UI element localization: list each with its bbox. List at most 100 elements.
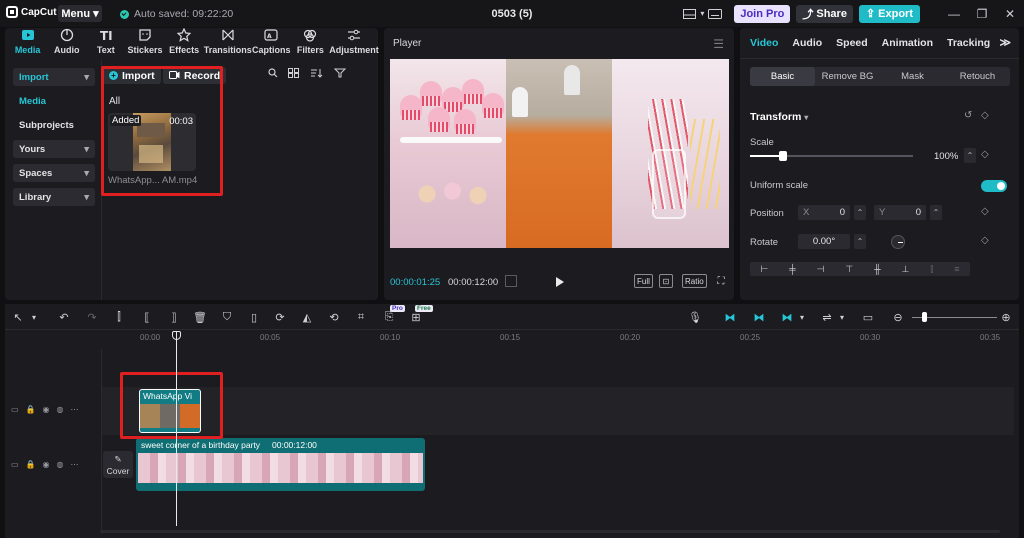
- uniform-scale-toggle[interactable]: [981, 180, 1007, 192]
- tab-captions[interactable]: A Captions: [252, 28, 291, 58]
- scale-slider[interactable]: [750, 151, 913, 161]
- tab-filters[interactable]: Filters: [291, 28, 330, 58]
- playhead[interactable]: [176, 332, 177, 526]
- layout-icon[interactable]: [680, 5, 698, 23]
- tab-animation[interactable]: Animation: [882, 37, 933, 49]
- eye-icon[interactable]: ◉: [43, 405, 50, 414]
- filter-icon[interactable]: [334, 68, 348, 78]
- search-icon[interactable]: [268, 68, 278, 78]
- scale-slider-handle[interactable]: [778, 151, 787, 161]
- sidebar-item-import[interactable]: Import ▾: [13, 68, 95, 86]
- zoom-out-icon[interactable]: ⊖: [891, 310, 905, 324]
- rotate-dial[interactable]: [891, 235, 905, 249]
- chevron-down-icon[interactable]: ▾: [835, 310, 849, 324]
- linkage-icon[interactable]: ⧓: [780, 310, 794, 324]
- ratio-button[interactable]: Ratio: [682, 274, 707, 288]
- position-y-stepper[interactable]: ⌃: [930, 205, 942, 220]
- tab-effects[interactable]: Effects: [165, 28, 204, 58]
- play-icon[interactable]: [556, 277, 564, 287]
- tab-media[interactable]: Media: [8, 28, 47, 58]
- cover-button[interactable]: ✎ Cover: [103, 451, 133, 478]
- distribute-h-icon[interactable]: ⫿: [930, 264, 933, 275]
- marker-icon[interactable]: ⛉: [220, 310, 234, 324]
- minimize-icon[interactable]: —: [940, 5, 968, 23]
- tab-stickers[interactable]: Stickers: [125, 28, 164, 58]
- chevron-down-icon[interactable]: ▾: [795, 310, 809, 324]
- rotate-stepper[interactable]: ⌃: [854, 234, 866, 249]
- position-x-stepper[interactable]: ⌃: [854, 205, 866, 220]
- scale-value[interactable]: 100%: [934, 151, 958, 162]
- fullscreen-icon[interactable]: ⛶: [714, 274, 728, 288]
- zoom-fit-icon[interactable]: ⊡: [659, 274, 673, 288]
- split-right-icon[interactable]: ⟧: [167, 310, 181, 324]
- microphone-icon[interactable]: 🎙: [688, 310, 702, 324]
- subtab-retouch[interactable]: Retouch: [945, 67, 1010, 86]
- keyframe-icon[interactable]: ◇: [981, 206, 989, 217]
- sidebar-item-spaces[interactable]: Spaces ▾: [13, 164, 95, 182]
- align-top-icon[interactable]: ⊤: [845, 264, 853, 275]
- zoom-in-icon[interactable]: ⊕: [999, 310, 1013, 324]
- mirror-icon[interactable]: ◭: [300, 310, 314, 324]
- tab-transitions[interactable]: Transitions: [204, 28, 252, 58]
- select-cursor-icon[interactable]: ↖: [11, 310, 25, 324]
- position-y-field[interactable]: Y 0: [874, 205, 926, 220]
- tab-audio-props[interactable]: Audio: [792, 37, 822, 49]
- more-tabs-icon[interactable]: ≫: [999, 36, 1011, 49]
- export-button[interactable]: ⇪ Export: [858, 4, 920, 23]
- align-center-v-icon[interactable]: ╫: [874, 264, 880, 274]
- position-x-field[interactable]: X 0: [798, 205, 850, 220]
- eye-icon[interactable]: ◉: [43, 460, 50, 469]
- overlay-track[interactable]: [102, 387, 1014, 435]
- auto-snap-icon[interactable]: ⧓: [752, 310, 766, 324]
- audio-mute-icon[interactable]: ◍: [57, 405, 64, 414]
- join-pro-button[interactable]: Join Pro: [734, 4, 791, 23]
- restore-icon[interactable]: ❐: [968, 5, 996, 23]
- distribute-v-icon[interactable]: ≡: [954, 264, 959, 274]
- tab-tracking[interactable]: Tracking: [947, 37, 990, 49]
- tab-adjustment[interactable]: Adjustment: [329, 28, 379, 58]
- delete-icon[interactable]: 🗑: [193, 310, 207, 324]
- split-left-icon[interactable]: ⟦: [140, 310, 154, 324]
- reset-icon[interactable]: ↺: [964, 110, 972, 121]
- align-bottom-icon[interactable]: ⊥: [902, 264, 910, 275]
- sidebar-item-yours[interactable]: Yours ▾: [13, 140, 95, 158]
- timeline-ruler[interactable]: 00:00 00:05 00:10 00:15 00:20 00:25 00:3…: [135, 331, 1019, 347]
- full-quality-button[interactable]: Full: [634, 274, 653, 288]
- redo-icon[interactable]: ↷: [85, 310, 99, 324]
- tab-speed[interactable]: Speed: [836, 37, 868, 49]
- rotate-icon[interactable]: ⟲: [327, 310, 341, 324]
- lock-icon[interactable]: 🔒: [26, 460, 36, 469]
- video-preview[interactable]: [390, 59, 729, 248]
- subtab-remove-bg[interactable]: Remove BG: [815, 67, 880, 86]
- keyframe-icon[interactable]: ◇: [981, 149, 989, 160]
- lock-icon[interactable]: 🔒: [26, 405, 36, 414]
- keyboard-icon[interactable]: [706, 5, 724, 23]
- reverse-icon[interactable]: ⟳: [273, 310, 287, 324]
- menu-button[interactable]: Menu ▾: [58, 5, 102, 22]
- auto-caption-icon[interactable]: ⎘: [382, 310, 396, 324]
- chevron-down-icon[interactable]: ▾: [698, 5, 706, 23]
- tab-text[interactable]: TI Text: [86, 28, 125, 58]
- more-icon[interactable]: ⋯: [71, 405, 79, 414]
- screen-icon[interactable]: ▭: [861, 310, 875, 324]
- align-left-icon[interactable]: ⊢: [760, 264, 768, 275]
- freeze-icon[interactable]: ▯: [247, 310, 261, 324]
- transform-section[interactable]: Transform ▾: [750, 111, 808, 123]
- chevron-down-icon[interactable]: ▾: [27, 310, 41, 324]
- timecode-grid-icon[interactable]: [505, 275, 517, 287]
- split-icon[interactable]: ⫿: [112, 310, 126, 324]
- more-icon[interactable]: ⋯: [71, 460, 79, 469]
- subtab-mask[interactable]: Mask: [880, 67, 945, 86]
- subtab-basic[interactable]: Basic: [750, 67, 815, 86]
- share-button[interactable]: ⤴ Share: [796, 4, 853, 23]
- scale-stepper[interactable]: ⌃: [964, 148, 976, 163]
- align-right-icon[interactable]: ⊣: [817, 264, 825, 275]
- timeline-scrollbar[interactable]: [100, 530, 1000, 533]
- tab-video[interactable]: Video: [750, 37, 778, 49]
- auto-reframe-icon[interactable]: ⊞: [409, 310, 423, 324]
- crop-icon[interactable]: ⌗: [354, 310, 368, 324]
- audio-mute-icon[interactable]: ◍: [57, 460, 64, 469]
- hamburger-menu-icon[interactable]: ☰: [713, 37, 724, 51]
- sidebar-item-media[interactable]: Media: [13, 92, 95, 110]
- close-icon[interactable]: ✕: [996, 5, 1024, 23]
